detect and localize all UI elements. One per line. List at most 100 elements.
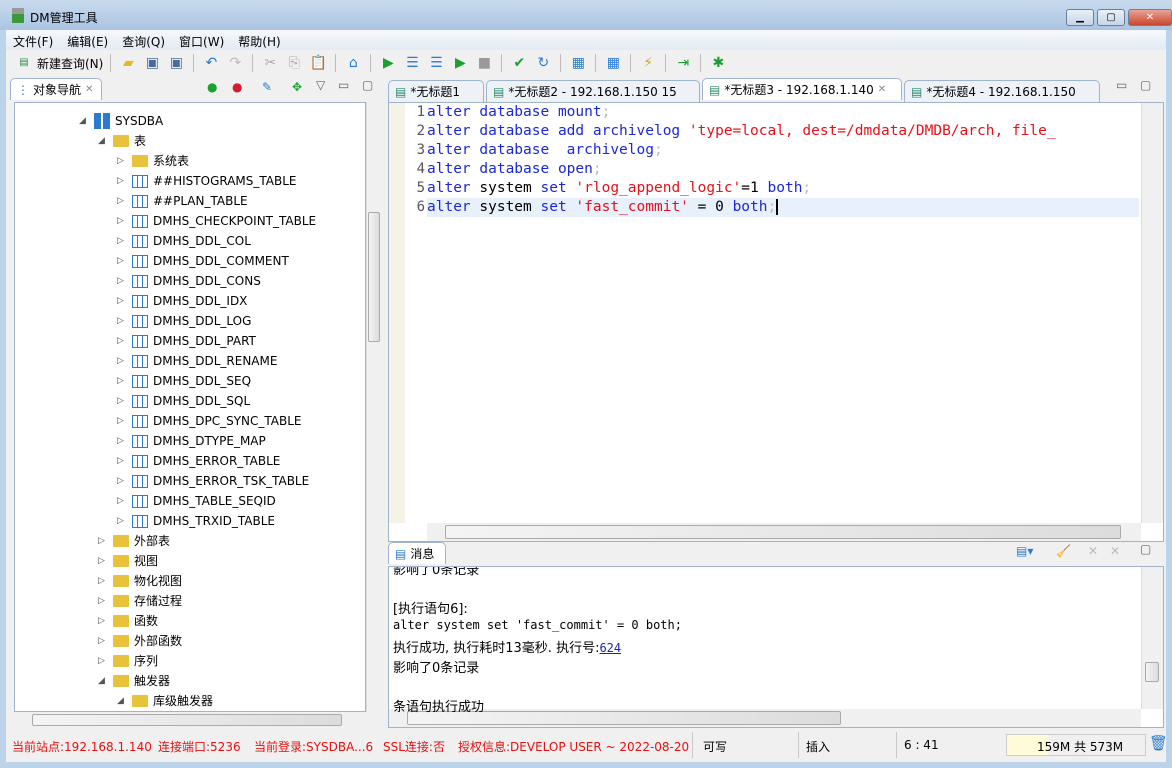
step-icon[interactable]: ⇥ bbox=[673, 53, 693, 73]
collapsed-arrow-icon[interactable]: ▷ bbox=[117, 471, 127, 491]
tree-item[interactable]: ▷ DMHS_DDL_SQL bbox=[117, 391, 250, 411]
tree-item[interactable]: ▷ 系统表 bbox=[117, 151, 189, 171]
run-line-icon[interactable]: ☰ bbox=[402, 53, 422, 73]
editor-horizontal-scrollbar[interactable] bbox=[427, 523, 1141, 541]
scroll-thumb[interactable] bbox=[1145, 662, 1159, 682]
tree-horizontal-scrollbar[interactable] bbox=[14, 712, 366, 728]
gc-trash-icon[interactable]: 🗑 bbox=[1149, 734, 1168, 752]
code-editor[interactable]: 1 alter database mount; 2 alter database ad… bbox=[388, 102, 1164, 542]
tree-item[interactable]: ◢ 触发器 bbox=[98, 671, 170, 691]
collapsed-arrow-icon[interactable]: ▷ bbox=[117, 351, 127, 371]
collapsed-arrow-icon[interactable]: ▷ bbox=[117, 231, 127, 251]
editor-tab[interactable]: ▤ *无标题4 - 192.168.1.150 bbox=[904, 80, 1100, 102]
maximize-panel-icon[interactable]: ▢ bbox=[1140, 78, 1151, 92]
collapsed-arrow-icon[interactable]: ▷ bbox=[117, 251, 127, 271]
tree-item[interactable]: ▷ DMHS_DDL_LOG bbox=[117, 311, 251, 331]
run-script-icon[interactable]: ▶ bbox=[450, 53, 470, 73]
new-query-button[interactable]: ▤ 新建查询(N) bbox=[14, 53, 103, 73]
collapsed-arrow-icon[interactable]: ▷ bbox=[117, 151, 127, 171]
tree-item[interactable]: ▷ DMHS_DDL_RENAME bbox=[117, 351, 277, 371]
tree-item[interactable]: ▷ DMHS_DPC_SYNC_TABLE bbox=[117, 411, 302, 431]
editor-vertical-scrollbar[interactable] bbox=[1141, 103, 1163, 523]
code-line[interactable]: alter database mount; bbox=[427, 103, 610, 122]
expanded-arrow-icon[interactable]: ◢ bbox=[79, 111, 89, 131]
tree-item[interactable]: ▷ 物化视图 bbox=[98, 571, 182, 591]
tree-item[interactable]: ▷ DMHS_DTYPE_MAP bbox=[117, 431, 266, 451]
collapsed-arrow-icon[interactable]: ▷ bbox=[98, 631, 108, 651]
messages-horizontal-scrollbar[interactable] bbox=[389, 709, 1141, 727]
tree-item[interactable]: ▷ 外部函数 bbox=[98, 631, 182, 651]
collapsed-arrow-icon[interactable]: ▷ bbox=[117, 451, 127, 471]
collapsed-arrow-icon[interactable]: ▷ bbox=[117, 271, 127, 291]
open-folder-icon[interactable]: ▰ bbox=[118, 53, 138, 73]
run-icon[interactable]: ▶ bbox=[378, 53, 398, 73]
clear-icon[interactable]: 🧹 bbox=[1056, 544, 1071, 558]
minimize-panel-icon[interactable]: ▭ bbox=[338, 78, 349, 92]
scroll-thumb[interactable] bbox=[368, 212, 380, 342]
display-mode-icon[interactable]: ▤▾ bbox=[1016, 544, 1033, 558]
code-line[interactable]: alter system set 'fast_commit' = 0 both; bbox=[427, 198, 779, 217]
paste-icon[interactable]: 📋 bbox=[308, 53, 328, 73]
tab-messages[interactable]: ▤ 消息 bbox=[388, 542, 446, 564]
collapsed-arrow-icon[interactable]: ▷ bbox=[117, 171, 127, 191]
tree-vertical-scrollbar[interactable] bbox=[366, 102, 380, 712]
minimize-panel-icon[interactable]: ▭ bbox=[1116, 78, 1127, 92]
scroll-thumb[interactable] bbox=[445, 525, 1121, 539]
tree-item[interactable]: ▷ 视图 bbox=[98, 551, 158, 571]
collapsed-arrow-icon[interactable]: ▷ bbox=[98, 571, 108, 591]
minimize-button[interactable]: ▁ bbox=[1066, 9, 1094, 26]
edit-icon[interactable]: ✎ bbox=[262, 80, 272, 94]
collapsed-arrow-icon[interactable]: ▷ bbox=[117, 311, 127, 331]
tree-item[interactable]: ◢ 库级触发器 bbox=[117, 691, 213, 711]
expand-all-icon[interactable]: ✥ bbox=[292, 80, 302, 94]
execution-number-link[interactable]: 624 bbox=[599, 641, 621, 655]
tree-item[interactable]: ▷ DMHS_CHECKPOINT_TABLE bbox=[117, 211, 316, 231]
collapsed-arrow-icon[interactable]: ▷ bbox=[117, 511, 127, 531]
tree-item[interactable]: ▷ DMHS_DDL_CONS bbox=[117, 271, 261, 291]
home-icon[interactable]: ⌂ bbox=[343, 53, 363, 73]
redo-icon[interactable]: ↷ bbox=[225, 53, 245, 73]
stop-icon[interactable]: ■ bbox=[474, 53, 494, 73]
tree-item[interactable]: ◢ 表 bbox=[98, 131, 146, 151]
collapsed-arrow-icon[interactable]: ▷ bbox=[117, 371, 127, 391]
tree-item[interactable]: ▷ 函数 bbox=[98, 611, 158, 631]
save-icon[interactable]: ▣ bbox=[142, 53, 162, 73]
expanded-arrow-icon[interactable]: ◢ bbox=[98, 671, 108, 691]
scroll-thumb[interactable] bbox=[32, 714, 342, 726]
tree-item[interactable]: ◢ SYSDBA bbox=[79, 111, 163, 131]
collapsed-arrow-icon[interactable]: ▷ bbox=[98, 531, 108, 551]
tree-item[interactable]: ▷ ##PLAN_TABLE bbox=[117, 191, 248, 211]
collapsed-arrow-icon[interactable]: ▷ bbox=[117, 431, 127, 451]
collapsed-arrow-icon[interactable]: ▷ bbox=[117, 191, 127, 211]
tree-item[interactable]: ▷ 序列 bbox=[98, 651, 158, 671]
close-button[interactable]: ✕ bbox=[1128, 9, 1172, 26]
tree-item[interactable]: ▷ DMHS_ERROR_TSK_TABLE bbox=[117, 471, 309, 491]
tree-item[interactable]: ▷ DMHS_DDL_PART bbox=[117, 331, 256, 351]
collapsed-arrow-icon[interactable]: ▷ bbox=[98, 611, 108, 631]
maximize-panel-icon[interactable]: ▢ bbox=[1140, 542, 1151, 556]
expanded-arrow-icon[interactable]: ◢ bbox=[98, 131, 108, 151]
cut-icon[interactable]: ✂ bbox=[260, 53, 280, 73]
debug-icon[interactable]: ✱ bbox=[708, 53, 728, 73]
code-line[interactable]: alter system set 'rlog_append_logic'=1 b… bbox=[427, 179, 811, 198]
collapsed-arrow-icon[interactable]: ▷ bbox=[117, 211, 127, 231]
tree-item[interactable]: ▷ 存储过程 bbox=[98, 591, 182, 611]
collapsed-arrow-icon[interactable]: ▷ bbox=[98, 591, 108, 611]
tree-item[interactable]: ▷ 外部表 bbox=[98, 531, 170, 551]
undo-icon[interactable]: ↶ bbox=[201, 53, 221, 73]
schedule-icon[interactable]: ▦ bbox=[603, 53, 623, 73]
collapsed-arrow-icon[interactable]: ▷ bbox=[117, 291, 127, 311]
save-all-icon[interactable]: ▣ bbox=[166, 53, 186, 73]
copy-icon[interactable]: ⎘ bbox=[284, 53, 304, 73]
code-line[interactable]: alter database open; bbox=[427, 160, 602, 179]
tree-item[interactable]: ▷ DMHS_DDL_COMMENT bbox=[117, 251, 289, 271]
maximize-panel-icon[interactable]: ▢ bbox=[362, 78, 373, 92]
editor-tab[interactable]: ▤ *无标题3 - 192.168.1.140 ✕ bbox=[702, 78, 902, 100]
rollback-icon[interactable]: ↻ bbox=[533, 53, 553, 73]
remove-all-icon[interactable]: ✕ bbox=[1110, 544, 1120, 558]
tree-item[interactable]: ▷ DMHS_DDL_SEQ bbox=[117, 371, 251, 391]
close-tab-icon[interactable]: ✕ bbox=[85, 84, 93, 95]
tree-item[interactable]: ▷ DMHS_DDL_COL bbox=[117, 231, 251, 251]
editor-tab[interactable]: ▤ *无标题1 bbox=[388, 80, 484, 102]
view-menu-icon[interactable]: ▽ bbox=[316, 78, 325, 92]
